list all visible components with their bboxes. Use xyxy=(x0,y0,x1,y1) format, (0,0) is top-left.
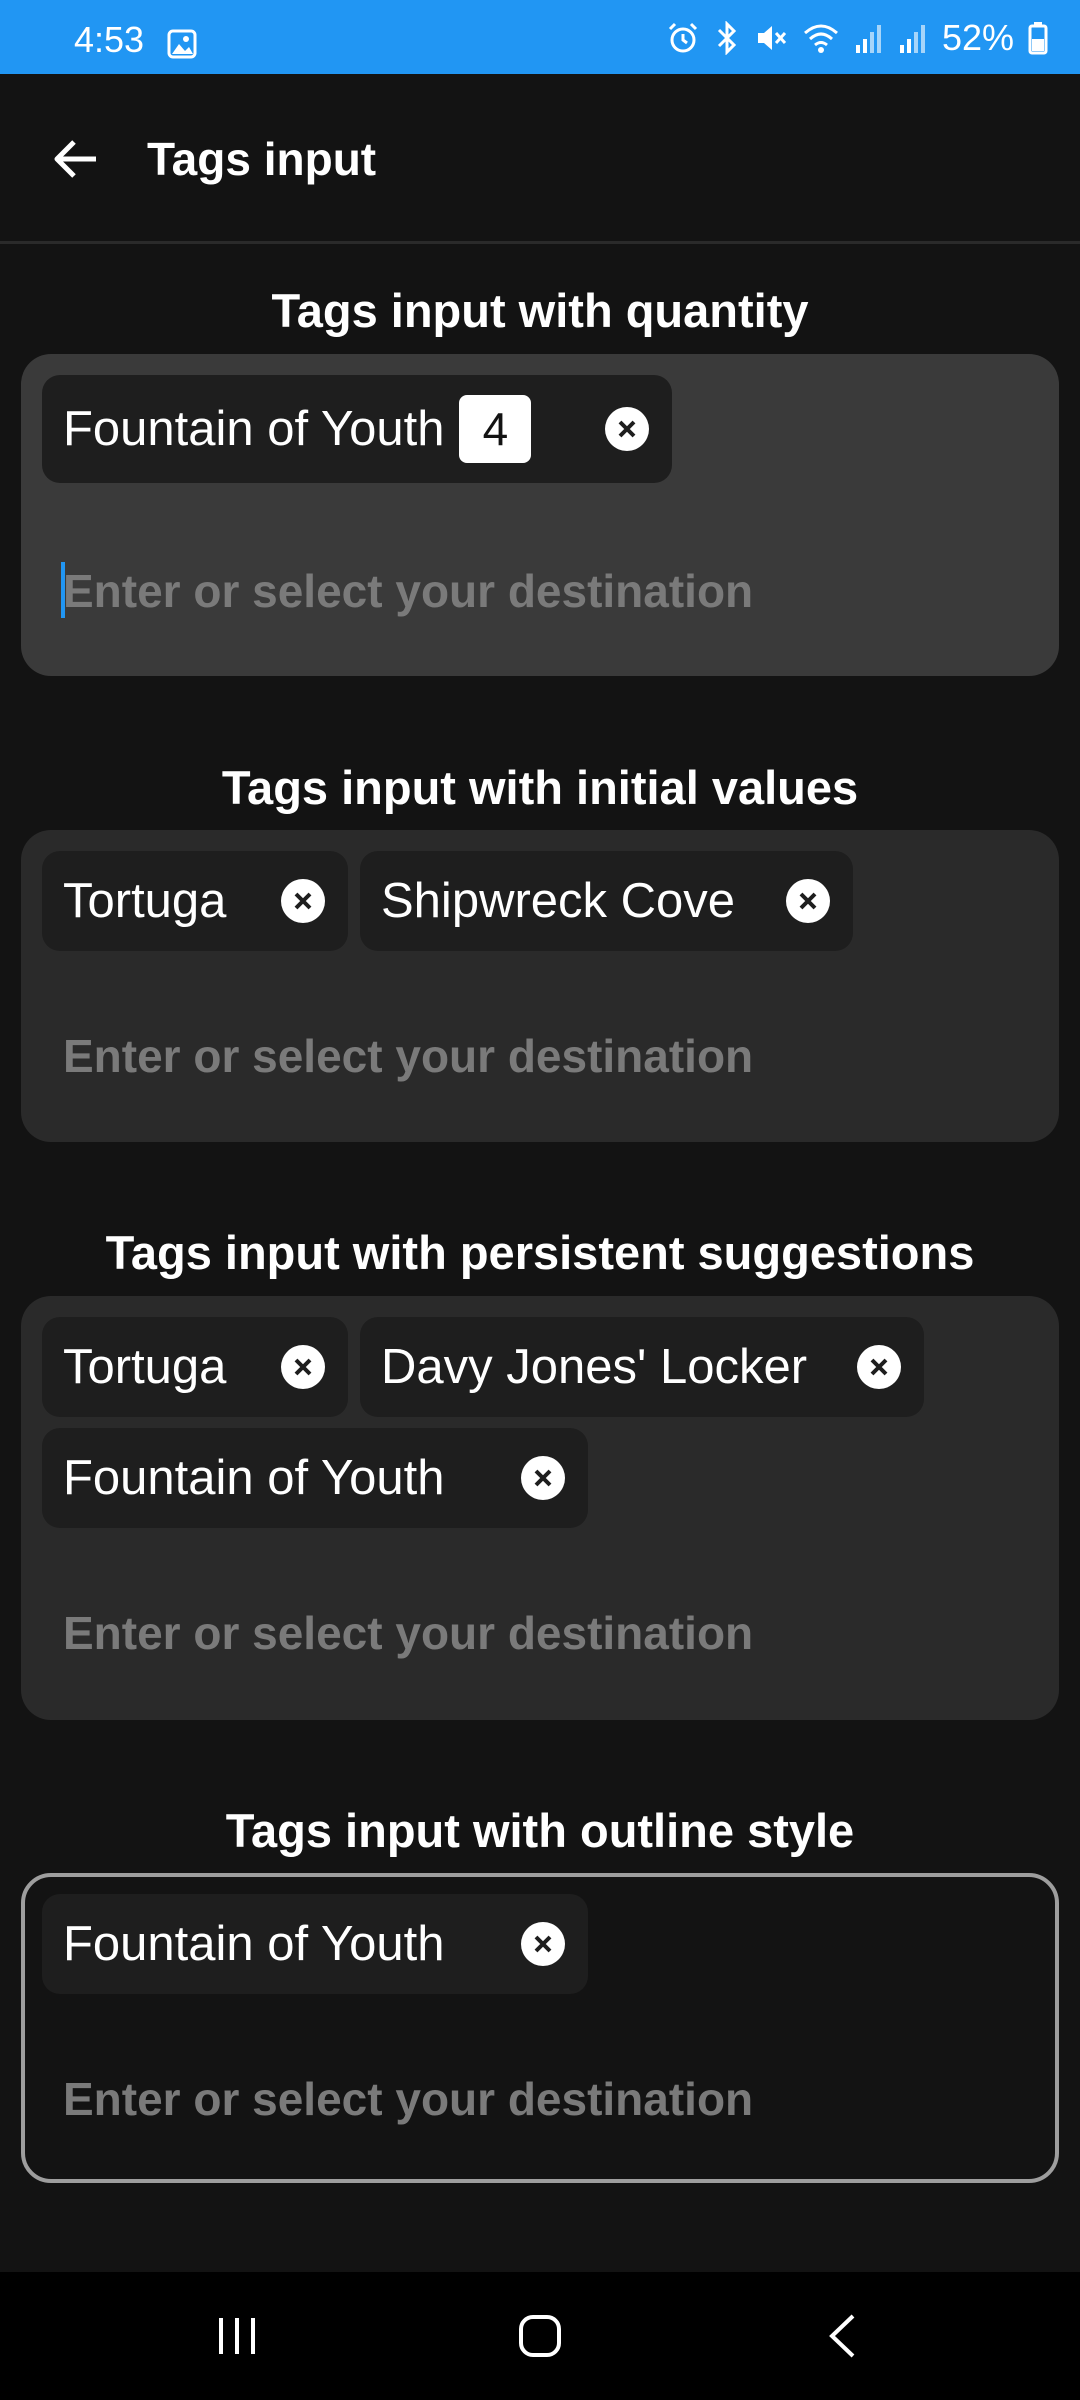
home-icon xyxy=(519,2315,561,2357)
destination-input-placeholder[interactable]: Enter or select your destination xyxy=(63,2072,753,2127)
tags-input-initial-values[interactable]: Tortuga Shipwreck Cove Enter or select y… xyxy=(21,830,1059,1142)
close-icon[interactable] xyxy=(521,1922,565,1966)
mute-icon xyxy=(754,21,788,55)
wifi-icon xyxy=(802,21,840,55)
status-icons: 52% xyxy=(666,18,1048,58)
back-button[interactable] xyxy=(40,124,110,194)
signal-icon xyxy=(854,21,884,55)
system-nav-bar xyxy=(0,2272,1080,2400)
tag-chip[interactable]: Fountain of Youth xyxy=(42,1894,588,1994)
image-icon xyxy=(167,29,197,59)
home-button[interactable] xyxy=(495,2296,585,2376)
arrow-left-icon xyxy=(54,140,96,178)
app-bar: Tags input xyxy=(0,74,1080,244)
back-nav-button[interactable] xyxy=(797,2296,887,2376)
close-icon[interactable] xyxy=(857,1345,901,1389)
tag-chip[interactable]: Shipwreck Cove xyxy=(360,851,853,951)
close-icon[interactable] xyxy=(281,879,325,923)
tag-chip[interactable]: Tortuga xyxy=(42,1317,348,1417)
section-title-quantity: Tags input with quantity xyxy=(271,284,809,337)
recent-apps-icon xyxy=(219,2318,255,2354)
tag-label: Shipwreck Cove xyxy=(381,873,736,928)
tag-chip[interactable]: Fountain of Youth xyxy=(42,1428,588,1528)
battery-percent: 52% xyxy=(941,17,1014,58)
battery-icon xyxy=(1028,21,1048,55)
close-icon[interactable] xyxy=(786,879,830,923)
tag-label: Fountain of Youth xyxy=(63,401,445,456)
close-icon[interactable] xyxy=(521,1456,565,1500)
destination-input-placeholder[interactable]: Enter or select your destination xyxy=(63,564,753,619)
tag-label: Tortuga xyxy=(63,1339,227,1394)
page-title: Tags input xyxy=(147,133,377,185)
bluetooth-icon xyxy=(714,21,740,55)
tags-input-outline[interactable]: Fountain of Youth Enter or select your d… xyxy=(21,1873,1059,2183)
section-title-persistent-suggestions: Tags input with persistent suggestions xyxy=(105,1226,975,1279)
tag-chip[interactable]: Fountain of Youth 4 xyxy=(42,375,672,483)
destination-input-placeholder[interactable]: Enter or select your destination xyxy=(63,1029,753,1084)
close-icon[interactable] xyxy=(281,1345,325,1389)
chevron-left-icon xyxy=(829,2314,855,2358)
tag-quantity-badge: 4 xyxy=(459,395,532,463)
status-bar: 4:53 52% xyxy=(0,0,1080,74)
tag-label: Tortuga xyxy=(63,873,227,928)
signal-icon xyxy=(898,21,928,55)
close-icon[interactable] xyxy=(605,407,649,451)
tag-chip[interactable]: Tortuga xyxy=(42,851,348,951)
tags-input-persistent-suggestions[interactable]: Tortuga Davy Jones' Locker Fountain of Y… xyxy=(21,1296,1059,1720)
recent-apps-button[interactable] xyxy=(192,2296,282,2376)
tag-chip[interactable]: Davy Jones' Locker xyxy=(360,1317,924,1417)
tags-input-quantity[interactable]: Fountain of Youth 4 Enter or select your… xyxy=(21,354,1059,676)
status-time: 4:53 xyxy=(74,19,145,60)
tag-label: Fountain of Youth xyxy=(63,1450,445,1505)
alarm-icon xyxy=(666,21,700,55)
tag-label: Fountain of Youth xyxy=(63,1916,445,1971)
tag-label: Davy Jones' Locker xyxy=(381,1339,808,1394)
section-title-outline: Tags input with outline style xyxy=(225,1804,855,1857)
section-title-initial-values: Tags input with initial values xyxy=(221,761,859,814)
destination-input-placeholder[interactable]: Enter or select your destination xyxy=(63,1606,753,1661)
